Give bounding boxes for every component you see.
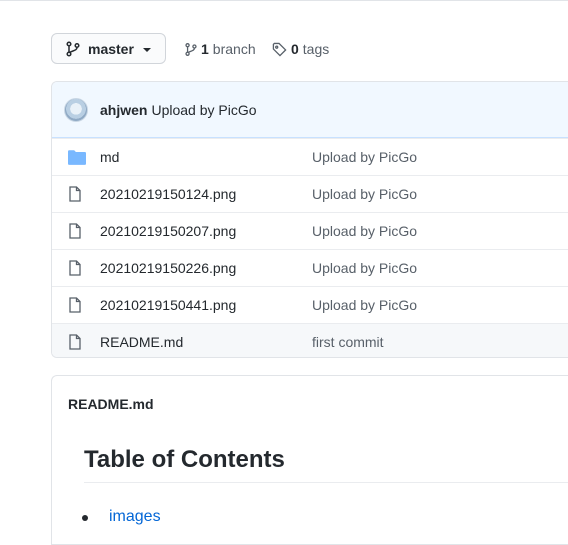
commit-author[interactable]: ahjwen: [100, 102, 147, 118]
toc-link-images[interactable]: images: [109, 508, 161, 526]
tags-count: 0: [291, 41, 299, 57]
file-icon: [69, 297, 81, 313]
tags-link[interactable]: 0 tags: [272, 41, 329, 57]
file-commit-message[interactable]: Upload by PicGo: [312, 186, 417, 202]
branches-label: branch: [212, 41, 256, 57]
file-icon: [69, 260, 81, 276]
file-commit-message[interactable]: Upload by PicGo: [312, 149, 417, 165]
readme-heading: Table of Contents: [84, 446, 285, 473]
file-name[interactable]: README.md: [100, 334, 183, 350]
file-commit-message[interactable]: Upload by PicGo: [312, 297, 417, 313]
file-row[interactable]: 20210219150124.png Upload by PicGo: [52, 175, 568, 212]
latest-commit-header: ahjwen Upload by PicGo: [52, 82, 568, 138]
file-name[interactable]: md: [100, 149, 119, 165]
list-bullet: [82, 515, 88, 521]
heading-divider: [84, 482, 568, 483]
branch-select-button[interactable]: master: [51, 33, 166, 64]
file-row-md[interactable]: md Upload by PicGo: [52, 138, 568, 175]
file-commit-message[interactable]: Upload by PicGo: [312, 223, 417, 239]
file-name[interactable]: 20210219150226.png: [100, 260, 236, 276]
file-commit-message[interactable]: Upload by PicGo: [312, 260, 417, 276]
branch-name: master: [88, 40, 134, 57]
file-icon: [69, 186, 81, 202]
readme-filename: README.md: [68, 396, 154, 412]
file-icon: [69, 334, 81, 350]
file-name[interactable]: 20210219150441.png: [100, 297, 236, 313]
avatar[interactable]: [64, 97, 88, 122]
file-name[interactable]: 20210219150207.png: [100, 223, 236, 239]
folder-icon: [68, 150, 86, 165]
tags-label: tags: [302, 41, 330, 57]
git-branch-icon: [185, 42, 197, 56]
git-branch-icon: [66, 40, 80, 57]
file-row[interactable]: 20210219150207.png Upload by PicGo: [52, 212, 568, 249]
commit-message[interactable]: Upload by PicGo: [151, 102, 256, 118]
branches-link[interactable]: 1 branch: [185, 41, 256, 57]
tag-icon: [272, 42, 287, 57]
branches-count: 1: [201, 41, 209, 57]
file-icon: [69, 223, 81, 239]
readme-panel: README.md Table of Contents images: [51, 375, 568, 545]
file-row-readme[interactable]: README.md first commit: [52, 323, 568, 357]
file-list: ahjwen Upload by PicGo md Upload by PicG…: [51, 81, 568, 358]
file-row[interactable]: 20210219150226.png Upload by PicGo: [52, 249, 568, 286]
file-name[interactable]: 20210219150124.png: [100, 186, 236, 202]
file-commit-message[interactable]: first commit: [312, 334, 384, 350]
file-row[interactable]: 20210219150441.png Upload by PicGo: [52, 286, 568, 323]
chevron-down-icon: [142, 47, 151, 52]
top-divider: [0, 0, 568, 1]
